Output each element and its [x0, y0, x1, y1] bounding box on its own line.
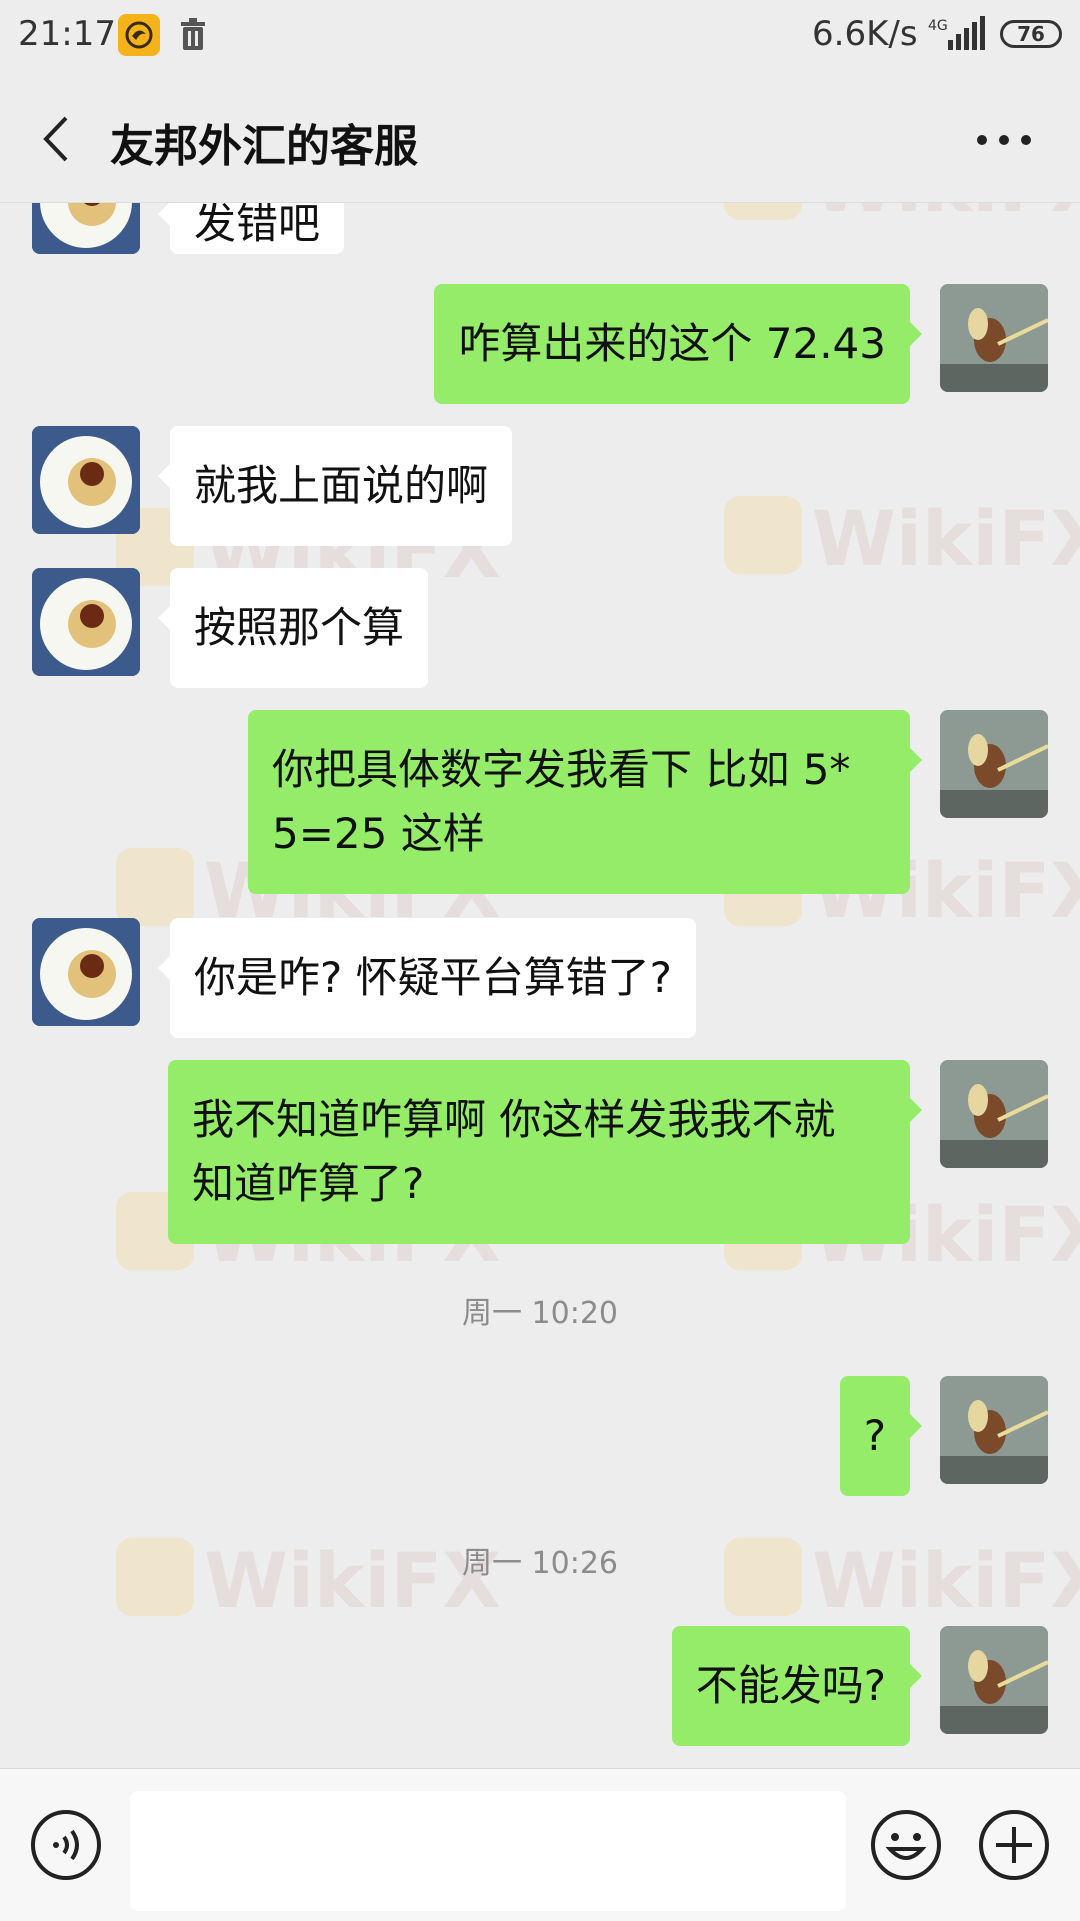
contact-avatar[interactable]	[32, 918, 140, 1026]
voice-icon[interactable]	[30, 1809, 102, 1885]
chevron-left-icon[interactable]	[36, 114, 76, 164]
message-text: 按照那个算	[194, 603, 405, 652]
message-text: 不能发吗?	[695, 1661, 886, 1710]
trash-icon	[178, 16, 208, 56]
battery-icon: 76	[1000, 20, 1062, 48]
message-bubble-outgoing[interactable]: 不能发吗?	[671, 1626, 922, 1746]
message-text-line: 知道咋算了?	[192, 1159, 425, 1208]
my-avatar[interactable]	[940, 1060, 1048, 1168]
message-text: 你是咋? 怀疑平台算错了?	[194, 953, 672, 1002]
message-text-line: 5=25 这样	[272, 809, 485, 858]
watermark: WikiFX	[812, 494, 1080, 583]
message-bubble-outgoing[interactable]: 我不知道咋算啊 你这样发我我不就 知道咋算了?	[168, 1060, 922, 1244]
message-timestamp: 周一 10:26	[462, 1546, 618, 1581]
message-input[interactable]	[130, 1791, 846, 1911]
message-bubble-incoming[interactable]: 就我上面说的啊	[158, 426, 513, 546]
contact-avatar[interactable]	[32, 202, 140, 254]
signal-icon: 4G	[926, 16, 990, 56]
message-bubble-outgoing[interactable]: 你把具体数字发我看下 比如 5* 5=25 这样	[248, 710, 922, 894]
watermark: WikiFX	[812, 202, 1080, 229]
my-avatar[interactable]	[940, 1376, 1048, 1484]
message-text: 发错吧	[194, 202, 321, 248]
message-bubble-incoming[interactable]: 你是咋? 怀疑平台算错了?	[158, 918, 696, 1038]
more-dots-icon[interactable]	[974, 130, 1034, 150]
contact-avatar[interactable]	[32, 426, 140, 534]
status-time: 21:17	[18, 14, 116, 54]
message-text: ?	[863, 1411, 886, 1460]
net-speed: 6.6K/s	[812, 14, 918, 54]
battery-level: 76	[1017, 22, 1045, 46]
message-text: 就我上面说的啊	[194, 461, 489, 510]
message-timestamp: 周一 10:20	[462, 1296, 618, 1331]
page-title: 友邦外汇的客服	[110, 121, 418, 172]
contact-avatar[interactable]	[32, 568, 140, 676]
message-text-line: 我不知道咋算啊 你这样发我我不就	[192, 1095, 836, 1144]
message-text-line: 你把具体数字发我看下 比如 5*	[272, 745, 851, 794]
my-avatar[interactable]	[940, 1626, 1048, 1734]
watermark-logo-icon	[724, 496, 802, 574]
input-bar	[0, 1768, 1080, 1921]
watermark-logo-icon	[116, 848, 194, 926]
message-bubble-incoming[interactable]: 按照那个算	[158, 568, 429, 688]
network-label: 4G	[928, 18, 948, 34]
watermark-logo-icon	[724, 202, 802, 220]
plus-icon[interactable]	[978, 1809, 1050, 1885]
my-avatar[interactable]	[940, 710, 1048, 818]
my-avatar[interactable]	[940, 284, 1048, 392]
message-bubble-outgoing[interactable]: 咋算出来的这个 72.43	[434, 284, 922, 404]
emoji-icon[interactable]	[870, 1809, 942, 1885]
message-list[interactable]: WikiFX WikiFX WikiFX WikiFX WikiFX WikiF…	[0, 202, 1080, 1768]
message-bubble-outgoing[interactable]: ?	[839, 1376, 922, 1496]
status-bar: 21:17 6.6K/s 4G 76	[0, 0, 1080, 74]
message-text: 咋算出来的这个 72.43	[458, 319, 886, 368]
app-badge-icon	[118, 14, 160, 56]
message-bubble-incoming[interactable]: 发错吧	[158, 202, 345, 254]
chat-header: 友邦外汇的客服	[0, 74, 1080, 203]
